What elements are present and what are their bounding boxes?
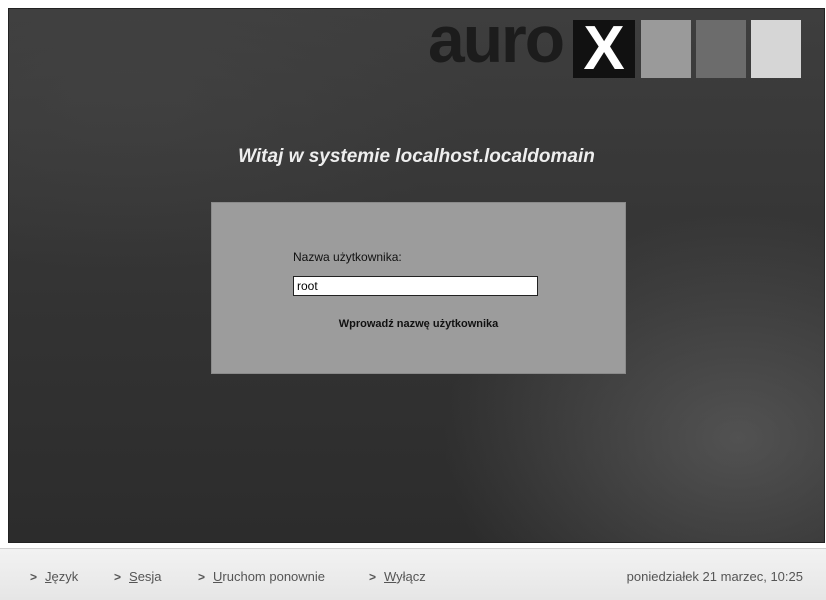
logo-square-dark bbox=[696, 20, 746, 78]
menu-session[interactable]: > Sesja bbox=[114, 569, 162, 584]
aurox-logo: auro X bbox=[428, 8, 818, 80]
logo-x-letter: X bbox=[573, 18, 635, 80]
welcome-title: Witaj w systemie localhost.localdomain bbox=[238, 146, 595, 167]
menu-shutdown-label: Wyłącz bbox=[384, 569, 426, 584]
logo-square-light bbox=[641, 20, 691, 78]
menu-language-label: Język bbox=[45, 569, 79, 584]
login-screen: auro X Witaj w systemie localhost.locald… bbox=[8, 8, 825, 543]
menu-language[interactable]: > Język bbox=[30, 569, 78, 584]
login-panel: Nazwa użytkownika: Wprowadź nazwę użytko… bbox=[212, 203, 625, 373]
menu-session-label: Sesja bbox=[129, 569, 162, 584]
chevron-right-icon: > bbox=[198, 569, 206, 584]
menu-shutdown[interactable]: > Wyłącz bbox=[369, 569, 426, 584]
username-input[interactable] bbox=[293, 276, 538, 296]
logo-square-white bbox=[751, 20, 801, 78]
bottom-bar: > Język > Sesja > Uruchom ponownie > Wył… bbox=[0, 548, 826, 600]
chevron-right-icon: > bbox=[30, 569, 38, 584]
menu-restart-label: Uruchom ponownie bbox=[213, 569, 326, 584]
chevron-right-icon: > bbox=[369, 569, 377, 584]
menu-restart[interactable]: > Uruchom ponownie bbox=[198, 569, 325, 584]
chevron-right-icon: > bbox=[114, 569, 122, 584]
username-label: Nazwa użytkownika: bbox=[293, 250, 402, 264]
clock: poniedziałek 21 marzec, 10:25 bbox=[626, 569, 803, 584]
login-prompt: Wprowadź nazwę użytkownika bbox=[338, 318, 499, 330]
logo-word: auro bbox=[428, 8, 565, 76]
